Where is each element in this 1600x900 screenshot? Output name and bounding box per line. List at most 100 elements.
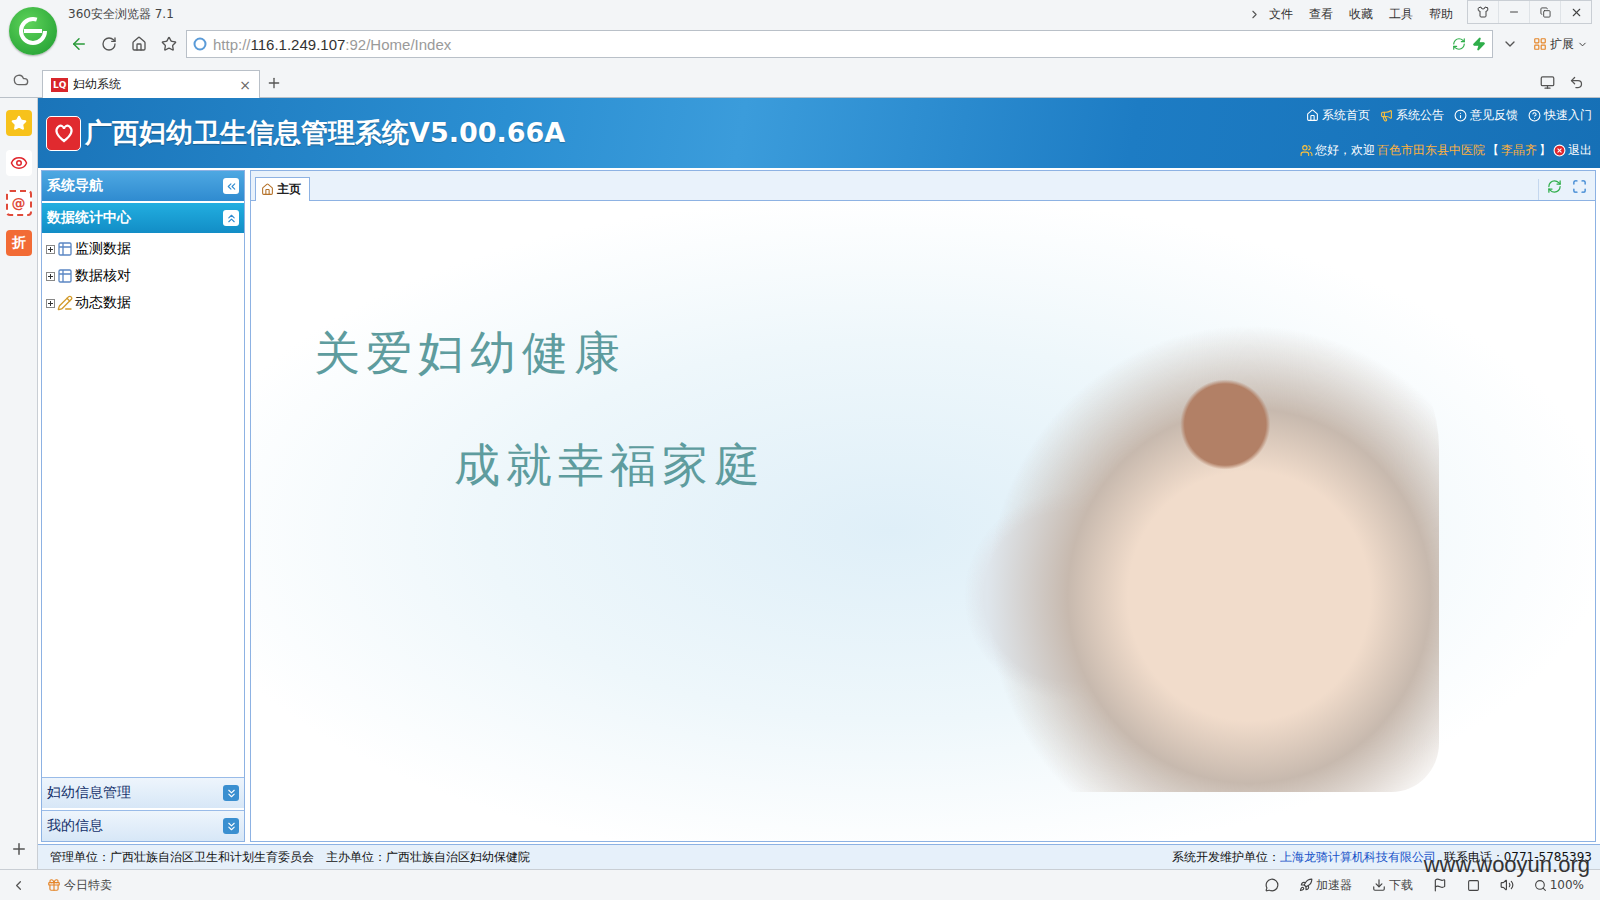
home-icon	[261, 183, 274, 196]
collapse-button[interactable]	[223, 178, 239, 194]
collapse-icon	[225, 180, 238, 193]
sidebar-app[interactable]: @	[6, 190, 32, 216]
close-icon	[1570, 6, 1583, 19]
nav-section[interactable]: 数据统计中心	[42, 203, 244, 233]
refresh-icon	[101, 36, 117, 52]
home-button[interactable]	[126, 31, 152, 57]
browser-logo	[0, 0, 66, 62]
tab-close[interactable]: ×	[239, 77, 251, 93]
chevron-icon[interactable]	[1248, 8, 1261, 21]
status-item[interactable]: 下载	[1362, 877, 1423, 894]
header-link[interactable]: 快速入门	[1528, 107, 1592, 124]
url-text[interactable]: http://116.1.249.107:92/Home/Index	[213, 36, 1446, 53]
nav-header: 系统导航	[42, 171, 244, 201]
developer-link[interactable]: 上海龙骑计算机科技有限公司	[1280, 850, 1436, 864]
page-header: 广西妇幼卫生信息管理系统V5.00.66A系统首页系统公告意见反馈快速入门您好，…	[38, 98, 1600, 168]
flag-button[interactable]	[1423, 878, 1457, 892]
cloud-button[interactable]	[0, 62, 42, 97]
sidebar-app[interactable]	[6, 110, 32, 136]
minimize-button[interactable]	[1498, 1, 1529, 23]
volume-button[interactable]	[1490, 878, 1524, 892]
status-icon	[1372, 878, 1386, 892]
header-link[interactable]: 意见反馈	[1454, 107, 1518, 124]
users-icon	[1300, 144, 1313, 157]
bookmark-button[interactable]	[156, 31, 182, 57]
menu-item[interactable]: 查看	[1301, 6, 1341, 23]
expand-icon[interactable]	[46, 272, 55, 281]
fullscreen-icon[interactable]	[1572, 179, 1587, 194]
header-link[interactable]: 系统首页	[1306, 107, 1370, 124]
logout-icon[interactable]	[1553, 144, 1566, 157]
logout-link[interactable]: 退出	[1568, 142, 1592, 159]
content-tab[interactable]: 主页	[255, 177, 310, 201]
menu-item[interactable]: 收藏	[1341, 6, 1381, 23]
back-button[interactable]	[66, 31, 92, 57]
refresh-icon[interactable]	[1547, 179, 1562, 194]
page-footer: 管理单位：广西壮族自治区卫生和计划生育委员会主办单位：广西壮族自治区妇幼保健院系…	[38, 844, 1600, 869]
expand-icon[interactable]	[46, 245, 55, 254]
system-title: 广西妇幼卫生信息管理系统V5.00.66A	[85, 115, 1300, 151]
safe-icon[interactable]	[1452, 37, 1466, 51]
address-field[interactable]: http://116.1.249.107:92/Home/Index	[186, 30, 1493, 58]
site-logo	[46, 116, 81, 151]
restore-icon	[1540, 7, 1551, 18]
expand-icon[interactable]	[46, 299, 55, 308]
feedback-button[interactable]	[1255, 878, 1289, 892]
section-toggle[interactable]	[223, 818, 239, 834]
lightning-icon[interactable]	[1472, 37, 1486, 51]
status-item[interactable]: 加速器	[1289, 877, 1362, 894]
nav-section[interactable]: 我的信息	[42, 810, 244, 841]
menu-item[interactable]: 文件	[1261, 6, 1301, 23]
section-toggle[interactable]	[223, 210, 239, 226]
chat-icon	[1265, 878, 1279, 892]
tree-item[interactable]: 监测数据	[46, 238, 244, 260]
nav-tree: 监测数据数据核对动态数据	[42, 233, 244, 775]
undo-icon[interactable]	[1569, 75, 1584, 90]
refresh-button[interactable]	[96, 31, 122, 57]
sidebar-app[interactable]	[6, 150, 32, 176]
flag-icon	[1433, 878, 1447, 892]
zoom-button[interactable]: 100%	[1524, 878, 1594, 892]
square-button[interactable]	[1457, 879, 1490, 892]
new-tab-button[interactable]	[260, 69, 288, 97]
folder-icon	[57, 241, 73, 257]
grid-icon	[1533, 37, 1547, 51]
sidebar-app[interactable]: 折	[6, 230, 32, 256]
browser-toolbar: 360安全浏览器 7.1 文件查看收藏工具帮助 http://116.1.249.1…	[0, 0, 1600, 62]
banner-photo	[964, 302, 1439, 792]
menu-item[interactable]: 帮助	[1421, 6, 1461, 23]
close-button[interactable]	[1560, 1, 1591, 23]
weibo-icon	[10, 154, 28, 172]
add-app-button[interactable]	[10, 840, 28, 869]
skin-button[interactable]	[1468, 1, 1498, 23]
dropdown-button[interactable]	[1497, 31, 1523, 57]
menu-item[interactable]: 工具	[1381, 6, 1421, 23]
header-link[interactable]: 系统公告	[1380, 107, 1444, 124]
side-nav: 系统导航数据统计中心监测数据数据核对动态数据妇幼信息管理我的信息	[41, 170, 245, 842]
window-icon[interactable]	[1540, 75, 1555, 90]
browser-sidebar: @折	[0, 98, 38, 869]
volume-icon	[1500, 878, 1514, 892]
chevrons-down-icon	[225, 820, 238, 833]
folder-icon	[57, 268, 73, 284]
tree-item[interactable]: 数据核对	[46, 265, 244, 287]
page-icon	[193, 37, 207, 51]
status-icon	[1299, 878, 1313, 892]
favicon: LQ	[51, 78, 68, 92]
folder-icon	[57, 295, 73, 311]
link-icon	[1454, 109, 1467, 122]
title-bar: 360安全浏览器 7.1 文件查看收藏工具帮助	[66, 0, 1600, 29]
deals-button[interactable]: 今日特卖	[37, 877, 122, 894]
dropdown-icon	[1577, 39, 1588, 50]
nav-section[interactable]: 妇幼信息管理	[42, 777, 244, 808]
star-icon	[161, 36, 177, 52]
tree-item[interactable]: 动态数据	[46, 292, 244, 314]
heart-logo-icon	[52, 121, 76, 145]
sidebar-toggle[interactable]	[0, 878, 37, 893]
section-toggle[interactable]	[223, 785, 239, 801]
browser-tab[interactable]: LQ妇幼系统×	[42, 70, 260, 98]
maximize-button[interactable]	[1529, 1, 1560, 23]
extension-button[interactable]: 扩展	[1527, 36, 1600, 53]
window-title: 360安全浏览器 7.1	[68, 6, 1248, 23]
watermark: www.wooyun.org	[1424, 852, 1590, 878]
